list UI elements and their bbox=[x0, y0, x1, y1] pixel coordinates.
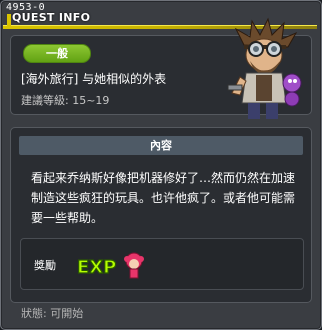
quest-status: 狀態: 可開始 bbox=[21, 307, 84, 320]
level-requirement: 建議等級: 15~19 bbox=[21, 94, 110, 107]
reward-box: 獎勵 EXP bbox=[20, 238, 304, 290]
category-badge: 一般 bbox=[23, 44, 91, 63]
exp-text: EXP bbox=[77, 257, 116, 278]
quest-description: 看起来乔纳斯好像把机器修好了…然而仍然在加速制造这些疯狂的玩具。也许他疯了。或者… bbox=[31, 171, 296, 225]
content-panel: 內容 看起来乔纳斯好像把机器修好了…然而仍然在加速制造这些疯狂的玩具。也许他疯了… bbox=[10, 127, 312, 303]
quest-info-window: 4953-0 QUEST INFO 一般 [海外旅行] 与她相似的外表 建議等級… bbox=[0, 0, 322, 330]
quest-name: [海外旅行] 与她相似的外表 bbox=[21, 72, 167, 86]
window-title: QUEST INFO bbox=[12, 11, 91, 24]
npc-portrait-icon bbox=[227, 17, 302, 119]
content-header: 內容 bbox=[19, 136, 303, 155]
reward-label: 獎勵 bbox=[34, 259, 56, 272]
exp-reward-icon[interactable]: EXP bbox=[77, 249, 147, 281]
